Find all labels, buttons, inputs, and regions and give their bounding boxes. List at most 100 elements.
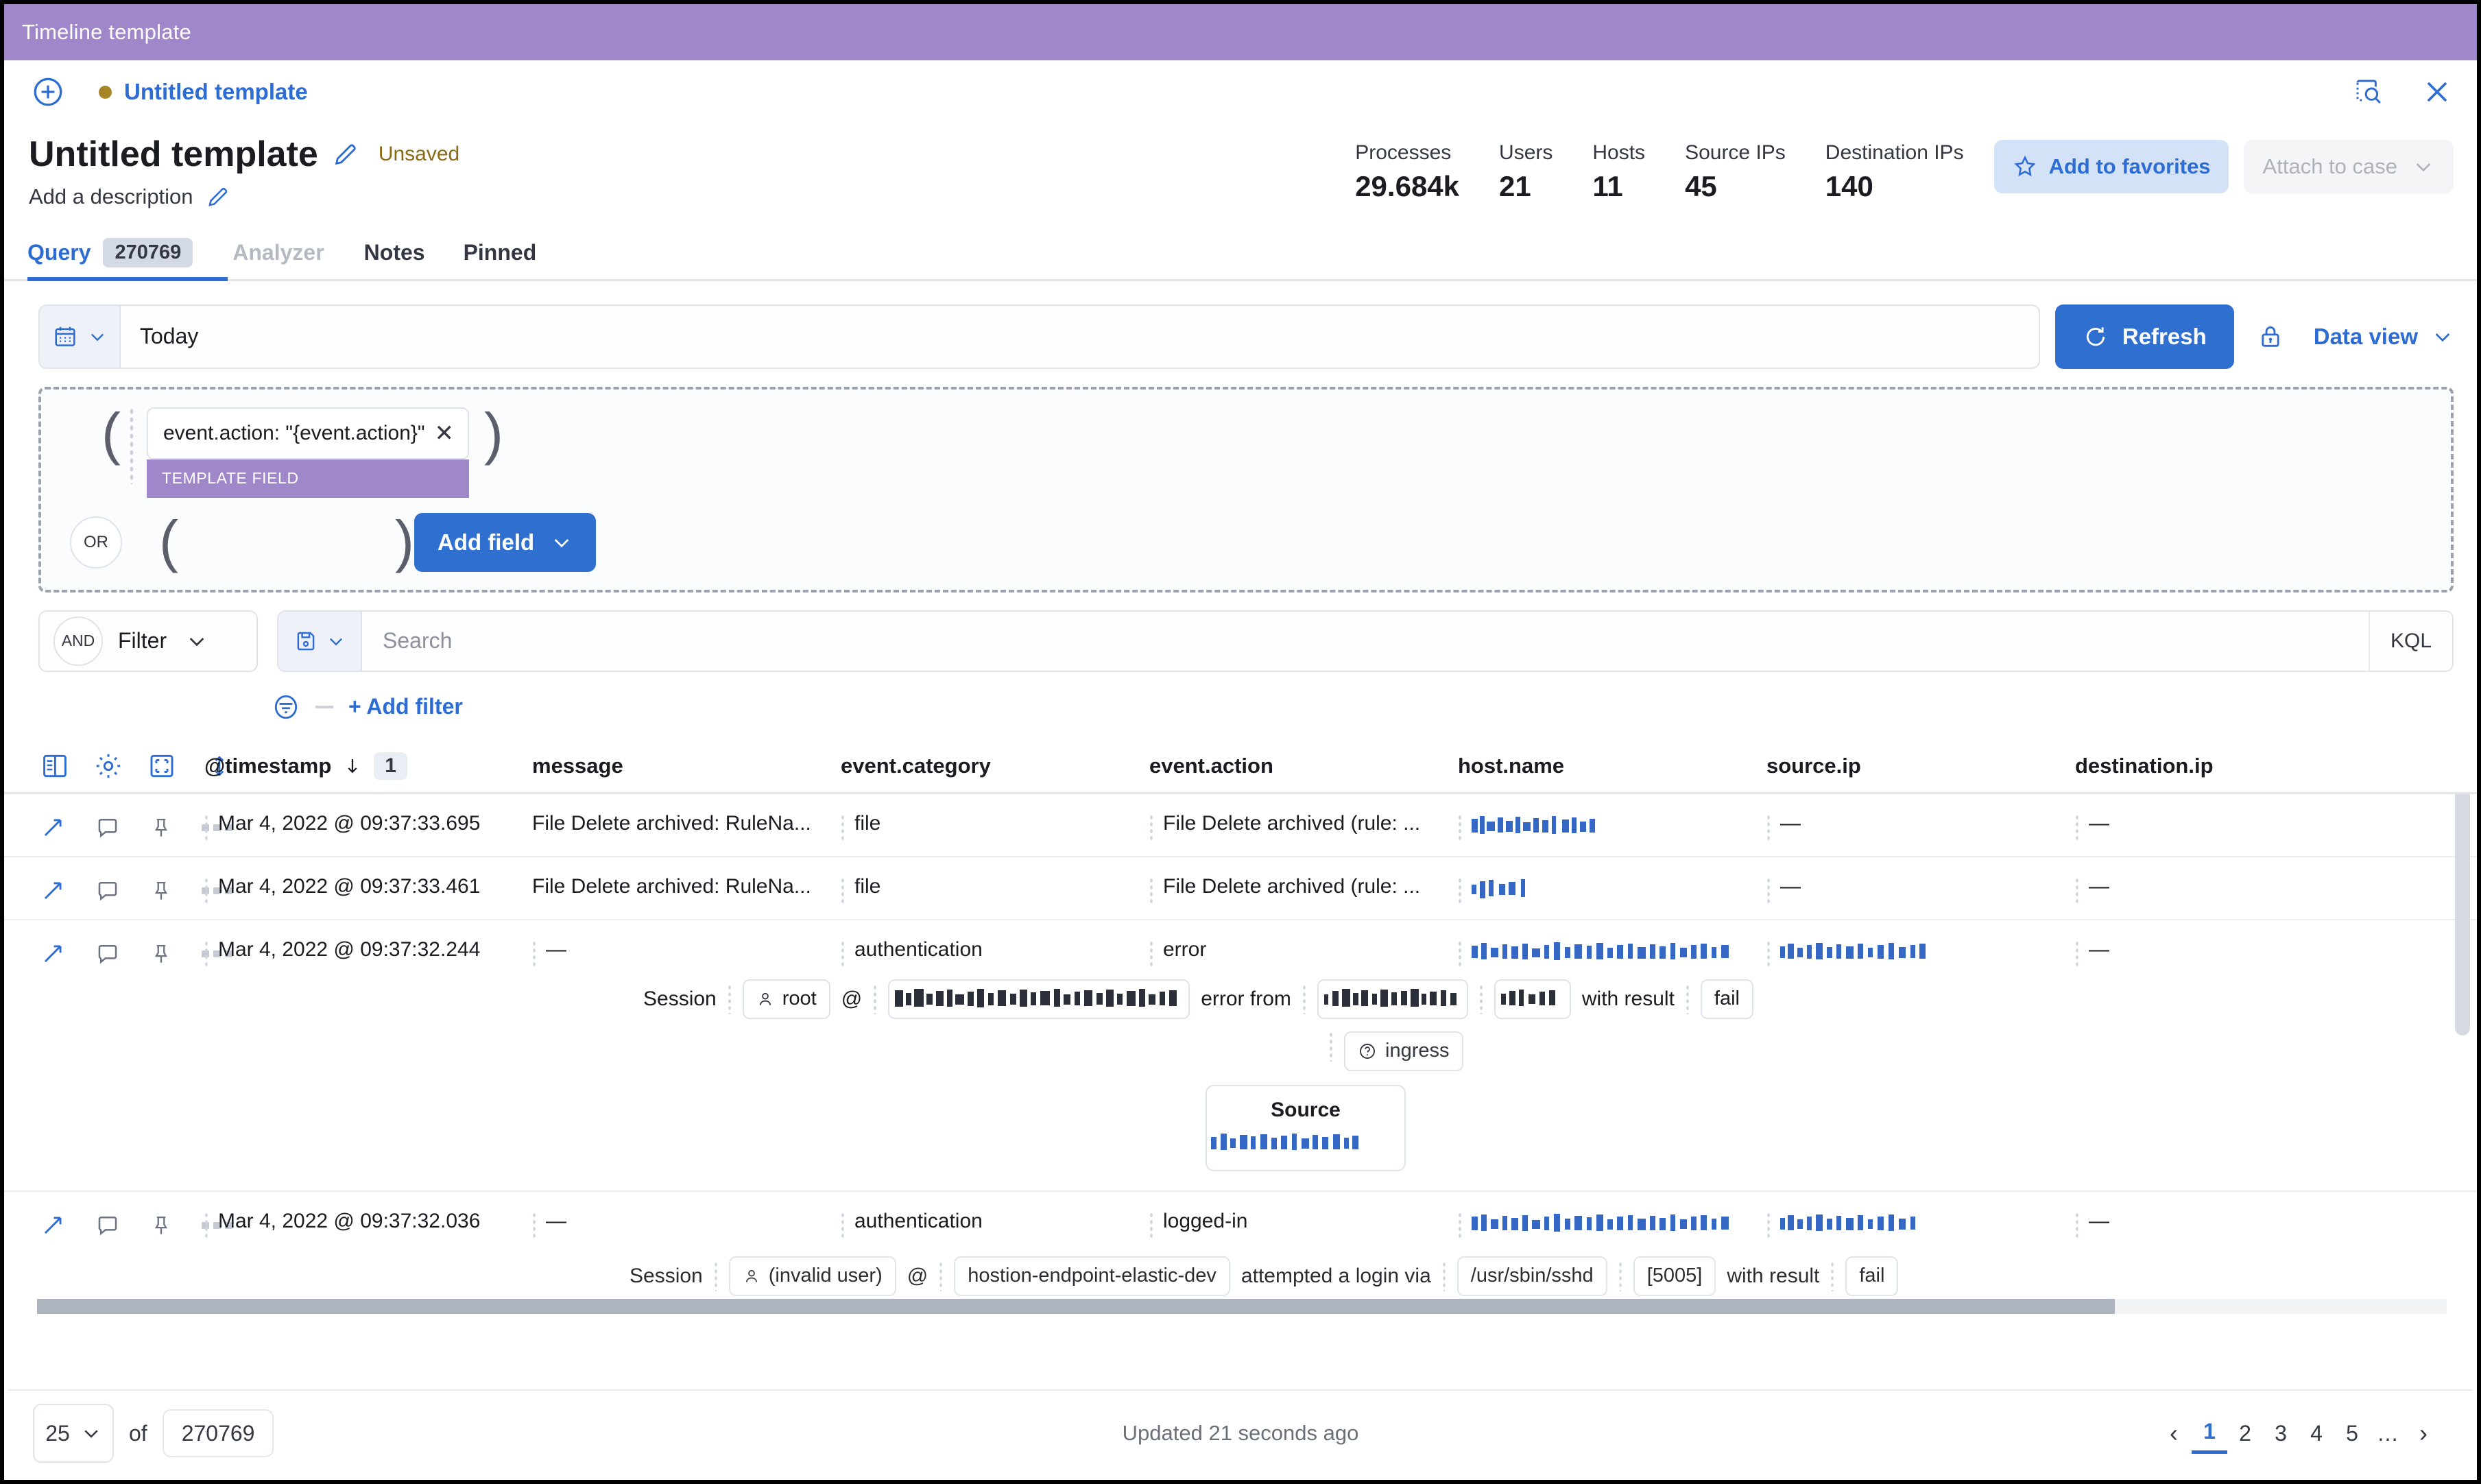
- filter-dropdown[interactable]: AND Filter: [38, 610, 258, 672]
- date-range-input[interactable]: Today: [121, 306, 2039, 368]
- expand-row-icon[interactable]: [40, 815, 66, 841]
- add-filter-button[interactable]: + Add filter: [348, 694, 463, 719]
- pagination-page-2[interactable]: 2: [2227, 1413, 2263, 1454]
- rows-per-page-select[interactable]: 25: [33, 1404, 114, 1463]
- cell-drag-handle[interactable]: [2075, 813, 2079, 840]
- column-header-event-action[interactable]: event.action: [1149, 754, 1458, 778]
- remove-provider-icon[interactable]: ✕: [434, 420, 454, 447]
- pin-icon[interactable]: [149, 1212, 173, 1238]
- close-icon[interactable]: [2421, 75, 2454, 108]
- detail-drag-handle[interactable]: [1441, 1260, 1446, 1291]
- detail-result-chip[interactable]: fail: [1845, 1256, 1899, 1296]
- pagination-next-button[interactable]: ›: [2406, 1413, 2441, 1454]
- cell-drag-handle[interactable]: [532, 940, 536, 966]
- cell-drag-handle[interactable]: [1458, 813, 1462, 840]
- detail-drag-handle[interactable]: [713, 1260, 718, 1291]
- tab-analyzer[interactable]: Analyzer: [212, 227, 344, 279]
- horizontal-scrollbar-thumb[interactable]: [37, 1298, 2115, 1314]
- refresh-button[interactable]: Refresh: [2054, 304, 2234, 369]
- cell-drag-handle[interactable]: [2075, 876, 2079, 903]
- cell-drag-handle[interactable]: [1766, 1211, 1771, 1238]
- inspect-icon[interactable]: [2352, 75, 2385, 108]
- expand-row-icon[interactable]: [40, 941, 66, 967]
- search-input[interactable]: Search: [362, 612, 2369, 671]
- saved-query-menu-button[interactable]: [278, 611, 362, 671]
- detail-path-chip[interactable]: /usr/sbin/sshd: [1457, 1256, 1607, 1296]
- horizontal-scrollbar[interactable]: [37, 1298, 2447, 1314]
- cell-drag-handle[interactable]: [841, 1211, 845, 1238]
- column-header-message[interactable]: message: [532, 754, 841, 778]
- cell-drag-handle[interactable]: [1458, 1211, 1462, 1238]
- add-field-button[interactable]: Add field: [414, 512, 597, 572]
- tab-pinned[interactable]: Pinned: [444, 227, 556, 279]
- add-to-favorites-button[interactable]: Add to favorites: [1993, 140, 2229, 193]
- pagination-page-3[interactable]: 3: [2263, 1413, 2299, 1454]
- date-quick-menu-button[interactable]: [40, 305, 121, 368]
- expand-row-icon[interactable]: [40, 1212, 66, 1238]
- pin-icon[interactable]: [149, 815, 173, 841]
- detail-drag-handle[interactable]: [1329, 1031, 1333, 1062]
- add-note-icon[interactable]: [95, 941, 121, 967]
- detail-host-chip-redacted[interactable]: [888, 979, 1190, 1019]
- data-view-selector[interactable]: Data view: [2314, 324, 2454, 350]
- kql-language-switcher[interactable]: KQL: [2368, 611, 2452, 671]
- or-operator-chip[interactable]: OR: [70, 516, 122, 569]
- cell-drag-handle[interactable]: [1766, 940, 1771, 966]
- pagination-page-5[interactable]: 5: [2334, 1413, 2370, 1454]
- cell-drag-handle[interactable]: [532, 1211, 536, 1238]
- attach-to-case-button[interactable]: Attach to case: [2243, 140, 2454, 193]
- detail-drag-handle[interactable]: [873, 983, 878, 1014]
- description-placeholder[interactable]: Add a description: [29, 184, 193, 209]
- cell-drag-handle[interactable]: [1149, 813, 1153, 840]
- add-note-icon[interactable]: [95, 1212, 121, 1238]
- cell-drag-handle[interactable]: [204, 1211, 208, 1238]
- cell-drag-handle[interactable]: [1766, 876, 1771, 903]
- column-header-host-name[interactable]: host.name: [1458, 754, 1766, 778]
- cell-drag-handle[interactable]: [841, 876, 845, 903]
- cell-drag-handle[interactable]: [1766, 813, 1771, 840]
- detail-ingress-chip[interactable]: ingress: [1344, 1031, 1463, 1071]
- cell-drag-handle[interactable]: [204, 876, 208, 903]
- detail-port-chip[interactable]: [5005]: [1633, 1256, 1716, 1296]
- cell-drag-handle[interactable]: [1149, 940, 1153, 966]
- column-header-timestamp[interactable]: @timestamp 1: [204, 752, 532, 780]
- detail-drag-handle[interactable]: [1685, 983, 1690, 1014]
- detail-result-chip[interactable]: fail: [1700, 979, 1753, 1019]
- date-picker[interactable]: Today: [38, 304, 2040, 369]
- cell-drag-handle[interactable]: [204, 813, 208, 840]
- column-header-event-category[interactable]: event.category: [841, 754, 1149, 778]
- detail-drag-handle[interactable]: [1830, 1260, 1835, 1291]
- detail-user-chip[interactable]: root: [742, 979, 830, 1019]
- add-note-icon[interactable]: [95, 815, 121, 841]
- detail-from-chip-redacted[interactable]: [1317, 979, 1468, 1019]
- pagination-prev-button[interactable]: ‹: [2156, 1413, 2192, 1454]
- lock-icon[interactable]: [2256, 322, 2285, 351]
- cell-drag-handle[interactable]: [841, 813, 845, 840]
- vertical-scrollbar[interactable]: [2455, 793, 2470, 1036]
- cell-drag-handle[interactable]: [2075, 1211, 2079, 1238]
- detail-drag-handle[interactable]: [1478, 983, 1483, 1014]
- detail-drag-handle[interactable]: [1302, 983, 1306, 1014]
- detail-host-chip[interactable]: hostion-endpoint-elastic-dev: [954, 1256, 1230, 1296]
- detail-drag-handle[interactable]: [1618, 1260, 1622, 1291]
- data-provider-chip[interactable]: event.action: "{event.action}" ✕: [146, 407, 469, 459]
- detail-drag-handle[interactable]: [939, 1260, 944, 1291]
- pin-icon[interactable]: [149, 878, 173, 904]
- column-header-source-ip[interactable]: source.ip: [1766, 754, 2075, 778]
- edit-title-pencil-icon[interactable]: [332, 141, 359, 168]
- pagination-page-4[interactable]: 4: [2299, 1413, 2334, 1454]
- full-screen-icon[interactable]: [147, 751, 177, 781]
- add-timeline-button[interactable]: [30, 74, 66, 110]
- expand-row-icon[interactable]: [40, 878, 66, 904]
- add-note-icon[interactable]: [95, 878, 121, 904]
- cell-drag-handle[interactable]: [1149, 1211, 1153, 1238]
- cell-drag-handle[interactable]: [204, 940, 208, 966]
- table-row[interactable]: Mar 4, 2022 @ 09:37:32.036 — authenticat…: [4, 1192, 2477, 1299]
- detail-user-chip[interactable]: (invalid user): [728, 1256, 896, 1296]
- detail-drag-handle[interactable]: [727, 983, 732, 1014]
- cell-drag-handle[interactable]: [1458, 876, 1462, 903]
- drag-handle-icon[interactable]: [128, 407, 136, 484]
- table-row[interactable]: Mar 4, 2022 @ 09:37:33.695 File Delete a…: [4, 794, 2477, 857]
- pagination-page-1[interactable]: 1: [2192, 1413, 2227, 1454]
- table-row[interactable]: Mar 4, 2022 @ 09:37:32.244 — authenticat…: [4, 920, 2477, 1192]
